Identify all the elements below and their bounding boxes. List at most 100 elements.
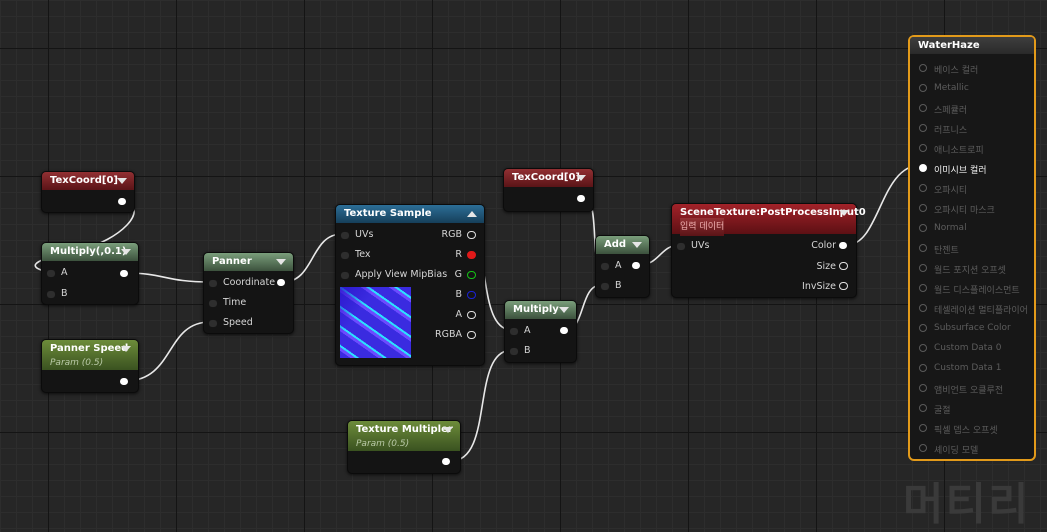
output-label-color: Color [811, 240, 836, 251]
material-input-pin[interactable] [919, 144, 927, 152]
output-pin-invsize[interactable] [839, 282, 848, 290]
output-pin[interactable] [442, 458, 450, 465]
material-input-pin[interactable] [919, 304, 927, 312]
material-input-label: 오파시티 마스크 [934, 206, 995, 216]
node-header[interactable]: Add [596, 236, 649, 254]
input-pin-uvs[interactable] [676, 242, 686, 251]
material-input-pin[interactable] [919, 444, 927, 452]
material-input-pin[interactable] [919, 344, 927, 352]
material-input-pin[interactable] [919, 104, 927, 112]
material-input-pin[interactable] [919, 204, 927, 212]
node-header[interactable]: Panner Speed Param (0.5) [42, 340, 138, 370]
collapse-chevron-icon[interactable] [443, 427, 453, 433]
output-pin[interactable] [277, 279, 285, 286]
collapse-chevron-icon[interactable] [576, 175, 586, 181]
node-header[interactable]: Texture Sample [336, 205, 484, 223]
output-label-rgba: RGBA [435, 329, 462, 340]
material-input-label: 러프니스 [934, 126, 968, 136]
input-label-a: A [524, 325, 531, 336]
output-label-r: R [455, 249, 462, 260]
collapse-chevron-icon[interactable] [839, 210, 849, 216]
output-pin-rgba[interactable] [467, 331, 476, 339]
output-pin[interactable] [577, 195, 585, 202]
texcoord-node[interactable]: TexCoord[0] [41, 171, 135, 213]
output-pin-g[interactable] [467, 271, 476, 279]
material-input-label: 픽셀 뎁스 오프셋 [934, 426, 998, 436]
material-input-pin[interactable] [919, 244, 927, 252]
output-pin-b[interactable] [467, 291, 476, 299]
output-pin[interactable] [560, 327, 568, 334]
output-pin[interactable] [632, 262, 640, 269]
material-input-pin[interactable] [919, 164, 927, 172]
input-label-coordinate: Coordinate [223, 277, 276, 288]
material-input-pin[interactable] [919, 264, 927, 272]
input-pin-uvs[interactable] [340, 231, 350, 240]
input-pin-speed[interactable] [208, 319, 218, 328]
input-pin-b[interactable] [509, 347, 519, 356]
material-input-pin[interactable] [919, 64, 927, 72]
collapse-chevron-icon[interactable] [121, 249, 131, 255]
input-pin-b[interactable] [46, 290, 56, 299]
output-pin-r[interactable] [467, 251, 476, 259]
node-header[interactable]: Multiply(,0.1) [42, 243, 138, 261]
material-watermark: 머티리 [903, 479, 1031, 530]
material-input-pin[interactable] [919, 84, 927, 92]
input-pin-a[interactable] [600, 262, 610, 271]
output-pin[interactable] [118, 198, 126, 205]
connection-wires [34, 164, 922, 462]
multiply-node[interactable]: Multiply A B [504, 300, 577, 363]
output-pin-a[interactable] [467, 311, 476, 319]
add-node[interactable]: Add A B [595, 235, 650, 298]
node-header[interactable]: Multiply [505, 301, 576, 319]
multiply-constant-node[interactable]: Multiply(,0.1) A B [41, 242, 139, 305]
input-pin-coordinate[interactable] [208, 279, 218, 288]
panner-speed-param-node[interactable]: Panner Speed Param (0.5) [41, 339, 139, 393]
material-input-label: 베이스 컬러 [934, 66, 979, 76]
texcoord-node-2[interactable]: TexCoord[0] [503, 168, 594, 212]
node-header[interactable]: Panner [204, 253, 293, 271]
output-pin-color[interactable] [839, 242, 847, 249]
material-input-label: 셰이딩 모델 [934, 446, 979, 456]
output-pin[interactable] [120, 270, 128, 277]
output-pin[interactable] [120, 378, 128, 385]
material-input-pin[interactable] [919, 224, 927, 232]
texture-multiplier-param-node[interactable]: Texture Multipler Param (0.5) [347, 420, 461, 474]
material-input-pin[interactable] [919, 284, 927, 292]
material-input-pin[interactable] [919, 384, 927, 392]
node-title: SceneTexture:PostProcessInput0 [680, 207, 866, 218]
node-title: TexCoord[0] [512, 172, 580, 183]
node-header[interactable]: WaterHaze [910, 37, 1034, 54]
collapse-chevron-icon[interactable] [467, 211, 477, 217]
node-header[interactable]: Texture Multipler Param (0.5) [348, 421, 460, 451]
material-input-pin[interactable] [919, 124, 927, 132]
material-input-pin[interactable] [919, 424, 927, 432]
input-pin-mipbias[interactable] [340, 271, 350, 280]
output-pin-size[interactable] [839, 262, 848, 270]
collapse-chevron-icon[interactable] [121, 346, 131, 352]
material-input-pin[interactable] [919, 184, 927, 192]
material-input-pin[interactable] [919, 324, 927, 332]
material-input-pin[interactable] [919, 364, 927, 372]
node-header[interactable]: TexCoord[0] [504, 169, 593, 187]
input-label-b: B [524, 345, 531, 356]
collapse-chevron-icon[interactable] [276, 259, 286, 265]
input-pin-b[interactable] [600, 282, 610, 291]
material-input-pin[interactable] [919, 404, 927, 412]
collapse-chevron-icon[interactable] [117, 178, 127, 184]
input-pin-a[interactable] [46, 269, 56, 278]
input-pin-a[interactable] [509, 327, 519, 336]
panner-node[interactable]: Panner Coordinate Time Speed [203, 252, 294, 334]
material-input-label: 앰비언트 오클루전 [934, 386, 1004, 396]
node-header[interactable]: TexCoord[0] [42, 172, 134, 190]
material-input-label: 테셀레이션 멀티플라이어 [934, 306, 1028, 316]
input-pin-tex[interactable] [340, 251, 350, 260]
input-pin-time[interactable] [208, 299, 218, 308]
collapse-chevron-icon[interactable] [632, 242, 642, 248]
scene-texture-node[interactable]: SceneTexture:PostProcessInput0 입력 데이터 UVs… [671, 203, 866, 298]
input-label-uvs: UVs [355, 229, 374, 240]
node-header[interactable]: SceneTexture:PostProcessInput0 입력 데이터 [672, 204, 866, 236]
texture-sample-node[interactable]: Texture Sample UVs Tex Apply View MipBia… [335, 204, 485, 366]
output-pin-rgb[interactable] [467, 231, 476, 239]
collapse-chevron-icon[interactable] [559, 307, 569, 313]
water-haze-material-node[interactable]: WaterHaze 베이스 컬러 Metallic 스페큘러 러프니스 애니소트로피 이미… [908, 35, 1036, 461]
